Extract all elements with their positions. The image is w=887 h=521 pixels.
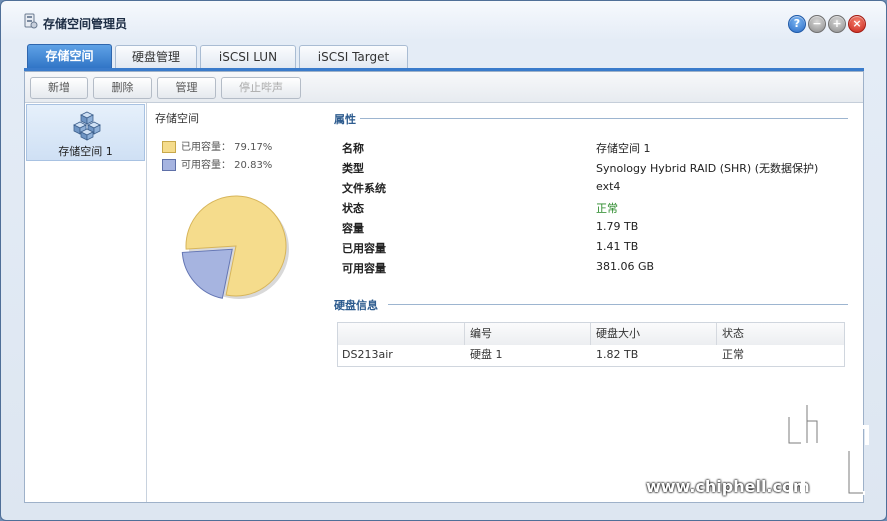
volume-list-item-label: 存储空间 1: [58, 145, 113, 158]
prop-free-label: 可用容量: [342, 262, 386, 275]
properties-section-divider: [360, 118, 848, 119]
chart-section-title: 存储空间: [155, 112, 199, 125]
tab-iscsi-lun[interactable]: iSCSI LUN: [200, 45, 296, 68]
prop-status-value: 正常: [596, 202, 618, 215]
legend-used: 已用容量： 79.17%: [162, 138, 272, 153]
close-button[interactable]: ×: [848, 15, 866, 33]
toolbar: 新增 删除 管理 停止哔声: [25, 72, 863, 103]
disk-info-section-title: 硬盘信息: [334, 299, 378, 312]
tab-hdd-management[interactable]: 硬盘管理: [115, 45, 197, 68]
legend-used-swatch: [162, 141, 176, 153]
disk-info-section-divider: [388, 304, 848, 305]
help-button[interactable]: ?: [788, 15, 806, 33]
col-header-number[interactable]: 编号: [470, 323, 492, 345]
volume-cubes-icon: [73, 111, 101, 141]
disk-number-cell: 硬盘 1: [470, 348, 503, 361]
volume-list-item[interactable]: 存储空间 1: [26, 104, 145, 161]
minimize-button[interactable]: −: [808, 15, 826, 33]
maximize-button[interactable]: +: [828, 15, 846, 33]
title-bar: 存储空间管理员 ? − + ×: [1, 1, 886, 41]
legend-free-swatch: [162, 159, 176, 171]
prop-filesystem-value: ext4: [596, 180, 621, 193]
manage-button[interactable]: 管理: [157, 77, 216, 99]
properties-section-title: 属性: [334, 113, 356, 126]
tab-iscsi-target[interactable]: iSCSI Target: [299, 45, 408, 68]
disk-name-cell: DS213air: [342, 348, 393, 361]
prop-capacity-label: 容量: [342, 222, 364, 235]
prop-used-value: 1.41 TB: [596, 240, 639, 253]
disk-status-cell: 正常: [722, 348, 744, 361]
prop-name-value: 存储空间 1: [596, 142, 651, 155]
storage-manager-window: 存储空间管理员 ? − + × 存储空间 硬盘管理 iSCSI LUN iSCS…: [0, 0, 887, 521]
col-divider: [464, 323, 465, 345]
storage-manager-icon: [24, 13, 38, 29]
tab-storage-volume[interactable]: 存储空间: [27, 44, 112, 69]
prop-type-value: Synology Hybrid RAID (SHR) (无数据保护): [596, 162, 819, 175]
prop-name-label: 名称: [342, 142, 364, 155]
delete-button[interactable]: 删除: [93, 77, 152, 99]
window-title: 存储空间管理员: [43, 17, 128, 31]
details-panel: 属性 名称 存储空间 1 类型 Synology Hybrid RAID (SH…: [330, 103, 860, 502]
chiphell-logo: [787, 403, 869, 495]
col-divider: [716, 323, 717, 345]
disk-info-table: 编号 硬盘大小 状态 DS213air 硬盘 1 1.82 TB 正常: [337, 322, 845, 367]
prop-status-label: 状态: [342, 202, 364, 215]
prop-type-label: 类型: [342, 162, 364, 175]
disk-table-header: 编号 硬盘大小 状态: [338, 323, 844, 346]
usage-chart-panel: 存储空间 已用容量： 79.17% 可用容量： 20.83%: [151, 103, 326, 502]
prop-used-label: 已用容量: [342, 242, 386, 255]
table-row[interactable]: DS213air 硬盘 1 1.82 TB 正常: [338, 345, 844, 365]
col-header-status[interactable]: 状态: [722, 323, 744, 345]
col-divider: [590, 323, 591, 345]
legend-used-label: 已用容量： 79.17%: [181, 142, 273, 153]
volume-list: 存储空间 1: [25, 103, 147, 502]
usage-pie-chart: [181, 195, 289, 299]
prop-filesystem-label: 文件系统: [342, 182, 386, 195]
create-button[interactable]: 新增: [30, 77, 88, 99]
prop-capacity-value: 1.79 TB: [596, 220, 639, 233]
main-panel: 新增 删除 管理 停止哔声 存储空间 1 存储空间 已用容量： 79.17% 可…: [24, 71, 864, 503]
legend-free-label: 可用容量： 20.83%: [181, 160, 273, 171]
disk-size-cell: 1.82 TB: [596, 348, 639, 361]
prop-free-value: 381.06 GB: [596, 260, 655, 273]
col-header-size[interactable]: 硬盘大小: [596, 323, 640, 345]
stop-beep-button[interactable]: 停止哔声: [221, 77, 301, 99]
legend-free: 可用容量： 20.83%: [162, 156, 272, 171]
